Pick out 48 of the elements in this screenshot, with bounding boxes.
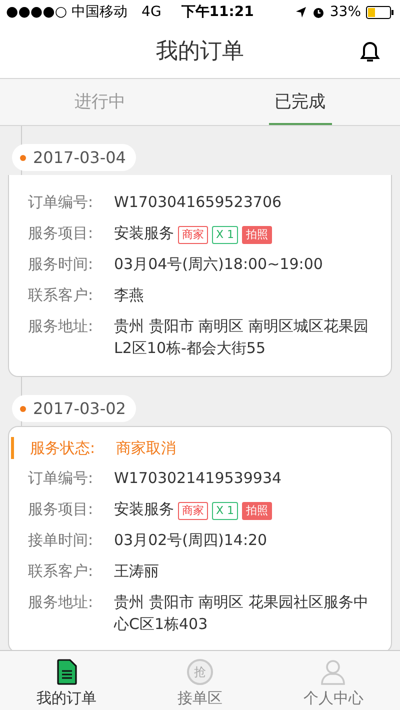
field-label: 服务地址: (28, 316, 94, 337)
status-value: 商家取消 (116, 438, 176, 459)
field-value: 03月02号(周四)14:20 (114, 531, 268, 549)
tab[interactable]: 已完成 (268, 79, 332, 125)
notification-bell-icon[interactable] (360, 41, 380, 63)
order-card[interactable]: 服务状态: 商家取消 订单编号: W1703021419539934 服务项目: 安装服务 商家 X 1 拍照 接单时间: 03月02号(周四)14:20 联系客户: 王涛丽 服务地址: 贵州 贵阳市 南明区 花果园社区服务中心C区1栋403 (8, 426, 392, 650)
field-label: 服务项目: (28, 223, 94, 244)
field-label: 订单编号: (28, 192, 94, 213)
field-label: 联系客户: (28, 285, 94, 306)
field-label: 接单时间: (28, 530, 94, 551)
tag: 商家 (178, 226, 208, 244)
field-label: 服务地址: (28, 592, 94, 613)
field-value: 安装服务 (114, 500, 174, 518)
alarm-icon (312, 6, 325, 18)
nav-item[interactable]: 抢 接单区 (133, 651, 267, 710)
field-value: 王涛丽 (114, 562, 159, 580)
status-label: 服务状态: (30, 438, 96, 459)
field-value: W1703021419539934 (114, 469, 282, 487)
field-label: 联系客户: (28, 561, 94, 582)
location-icon (294, 6, 307, 18)
carrier-text: ●●●●○ 中国移动 (6, 3, 128, 21)
clock-text: 下午11:21 (181, 3, 254, 21)
field-value: 安装服务 (114, 224, 174, 242)
tag: X 1 (212, 502, 238, 520)
tag: 拍照 (242, 502, 272, 520)
order-card[interactable]: 订单编号: W1703041659523706 服务项目: 安装服务 商家 X 1 拍照 服务时间: 03月04号(周六)18:00~19:00 联系客户: 李燕 服务地址: 贵州 贵阳市 南明区 南明区城区花果园L2区10栋-都会大街55 (8, 175, 392, 377)
field-value: 贵州 贵阳市 南明区 花果园社区服务中心C区1栋403 (114, 593, 368, 633)
date-label: 2017-03-02 (12, 395, 136, 422)
field-value: W1703041659523706 (114, 193, 282, 211)
tag: 商家 (178, 502, 208, 520)
tag: 拍照 (242, 226, 272, 244)
battery-icon (366, 6, 394, 18)
date-label: 2017-03-04 (12, 144, 136, 171)
field-value: 李燕 (114, 286, 144, 304)
document-icon (56, 659, 77, 685)
page-title: 我的订单 (156, 38, 244, 66)
field-label: 服务时间: (28, 254, 94, 275)
field-value: 贵州 贵阳市 南明区 南明区城区花果园L2区10栋-都会大街55 (114, 317, 368, 357)
field-label: 订单编号: (28, 468, 94, 489)
person-icon (320, 659, 346, 685)
nav-item[interactable]: 我的订单 (0, 651, 134, 710)
battery-text: 33% (330, 4, 361, 20)
field-value: 03月04号(周六)18:00~19:00 (114, 255, 323, 273)
network-text: 4G (142, 4, 162, 20)
field-label: 服务项目: (28, 499, 94, 520)
grab-icon: 抢 (186, 659, 213, 685)
tag: X 1 (212, 226, 238, 244)
nav-item[interactable]: 个人中心 (266, 651, 400, 710)
